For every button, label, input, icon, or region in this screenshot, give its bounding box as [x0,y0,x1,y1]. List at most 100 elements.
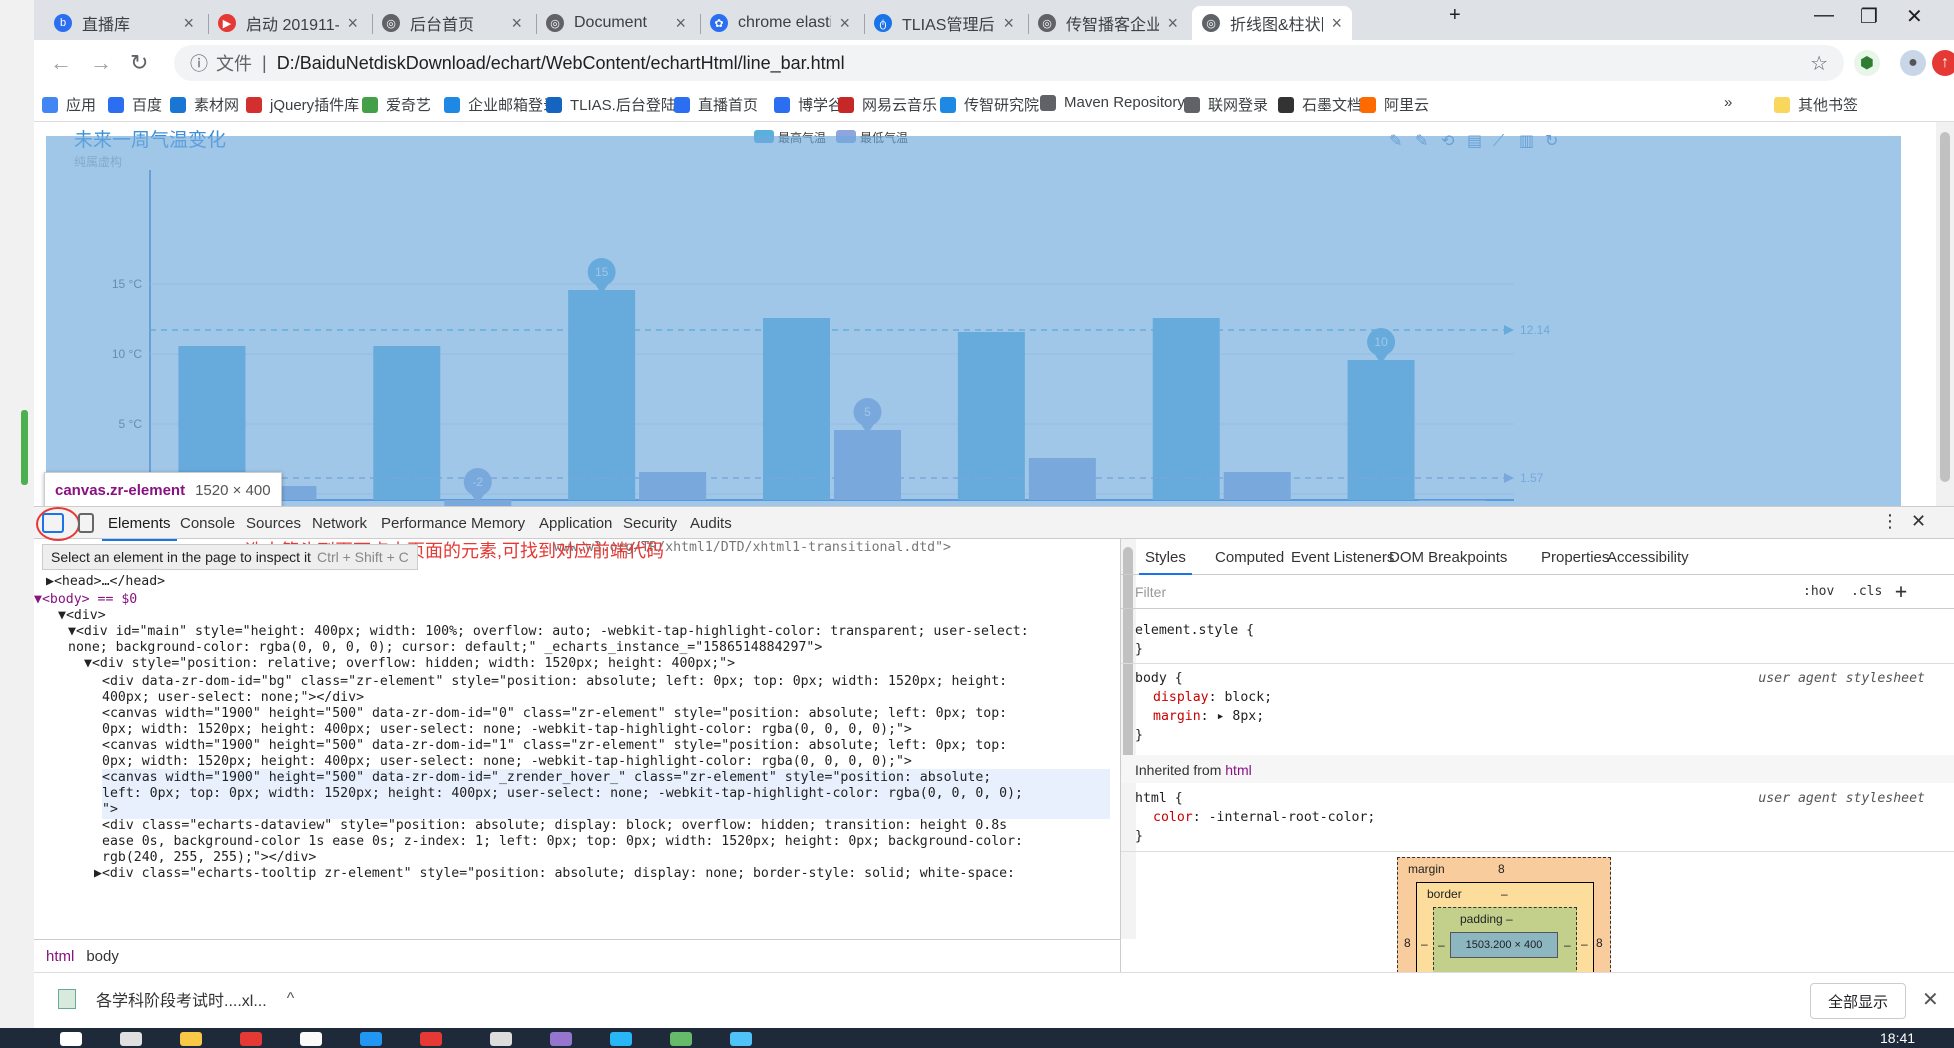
styles-tab-event-listeners[interactable]: Event Listeners [1291,549,1394,566]
restore-button[interactable]: ❐ [1860,4,1878,29]
close-tab-icon[interactable]: × [839,13,850,34]
styles-tab-styles[interactable]: Styles [1139,549,1192,575]
info-icon[interactable]: ⓘ [190,50,208,76]
avatar[interactable]: ● [1900,50,1926,76]
close-devtools-icon[interactable]: ✕ [1911,511,1926,532]
bookmark-item[interactable]: 石墨文档 [1278,94,1362,115]
forward-icon[interactable]: → [90,50,112,76]
taskbar-app-icon[interactable] [610,1032,632,1046]
close-tab-icon[interactable]: × [511,13,522,34]
html-rule[interactable]: html {user agent stylesheet color: -inte… [1135,789,1925,846]
breadcrumb-html[interactable]: html [46,948,74,965]
close-tab-icon[interactable]: × [1331,13,1342,34]
taskbar-app-icon[interactable] [360,1032,382,1046]
dom-line[interactable]: ▶<head>…</head> [46,573,165,591]
tab-6[interactable]: ტ TLIAS管理后台 × [864,6,1024,40]
kebab-menu-icon[interactable]: ⋮ [1881,511,1899,532]
bookmark-item[interactable]: jQuery插件库 [246,94,359,115]
reload-icon[interactable]: ↻ [130,50,148,76]
dom-line[interactable]: ▼<div style="position: relative; overflo… [84,655,735,673]
element-style-rule[interactable]: element.style { } [1135,621,1925,659]
bookmark-item[interactable]: TLIAS.后台登陆 [546,94,676,115]
extension-icon[interactable]: ⬢ [1854,50,1880,76]
box-model-margin[interactable]: margin 8 8 8 border – – – padding – – – … [1397,857,1611,975]
box-model-border[interactable]: border – – – padding – – – 1503.200 × 40… [1416,882,1594,975]
devtools-tab-sources[interactable]: Sources [246,515,301,532]
star-icon[interactable]: ☆ [1810,51,1828,76]
taskbar-app-icon[interactable] [120,1032,142,1046]
bookmark-item[interactable]: 网易云音乐 [838,94,937,115]
tab-5[interactable]: ✿ chrome elasticsea × [700,6,860,40]
close-download-bar-icon[interactable]: ✕ [1922,987,1939,1012]
styles-tab-properties[interactable]: Properties [1541,549,1609,566]
body-rule[interactable]: body {user agent stylesheet display: blo… [1135,669,1925,745]
chevron-up-icon[interactable]: ^ [287,990,295,1008]
box-model-padding[interactable]: padding – – – 1503.200 × 400 [1433,907,1577,975]
scrollbar-thumb[interactable] [1940,132,1950,482]
devtools-tab-console[interactable]: Console [180,515,235,532]
close-tab-icon[interactable]: × [1167,13,1178,34]
bookmark-item[interactable]: 直播首页 [674,94,758,115]
tab-2[interactable]: ▶ 启动 201911-Java × [208,6,368,40]
styles-tab-computed[interactable]: Computed [1215,549,1284,566]
bookmark-item[interactable]: 企业邮箱登录 [444,94,558,115]
start-icon[interactable] [60,1032,82,1046]
address-bar[interactable]: ⓘ 文件 | D:/BaiduNetdiskDownload/echart/We… [174,45,1844,81]
bookmark-item[interactable]: 素材网 [170,94,239,115]
devtools-tab-memory[interactable]: Memory [471,515,525,532]
bookmark-item[interactable]: 博学谷 [774,94,843,115]
bookmark-item[interactable]: 联网登录 [1184,94,1268,115]
devtools-tab-elements[interactable]: Elements [102,515,177,541]
dom-line[interactable]: ▶<div class="echarts-tooltip zr-element"… [94,865,1015,883]
breadcrumb-body[interactable]: body [86,948,119,965]
elements-tree[interactable]: www.w3.org/TR/xhtml1/DTD/xhtml1-transiti… [34,539,1120,939]
taskbar-app-icon[interactable] [240,1032,262,1046]
close-tab-icon[interactable]: × [1003,13,1014,34]
devtools-tab-performance[interactable]: Performance [381,515,467,532]
bookmark-item[interactable]: 阿里云 [1360,94,1429,115]
styles-tab-dom-breakpoints[interactable]: DOM Breakpoints [1389,549,1507,566]
box-model-content[interactable]: 1503.200 × 400 [1450,932,1558,958]
tab-7[interactable]: ◎ 传智播客企业邮箱 × [1028,6,1188,40]
taskbar-app-icon[interactable] [490,1032,512,1046]
close-window-button[interactable]: ✕ [1906,4,1923,29]
tab-1[interactable]: b 直播库 × [44,6,204,40]
back-icon[interactable]: ← [50,50,72,76]
devtools-tab-network[interactable]: Network [312,515,367,532]
tab-4[interactable]: ◎ Document × [536,6,696,40]
show-all-button[interactable]: 全部显示 [1810,983,1906,1019]
other-bookmarks[interactable]: 其他书签 [1774,94,1858,115]
devtools-tab-security[interactable]: Security [623,515,677,532]
update-icon[interactable]: ↑ [1932,50,1954,76]
devtools-tab-audits[interactable]: Audits [690,515,732,532]
bookmarks-more-button[interactable]: » [1724,94,1732,111]
cls-toggle[interactable]: .cls [1851,584,1882,599]
tab-3[interactable]: ◎ 后台首页 × [372,6,532,40]
new-tab-button[interactable]: + [1449,4,1461,27]
taskbar-app-icon[interactable] [420,1032,442,1046]
filter-input[interactable]: Filter [1135,584,1166,600]
close-tab-icon[interactable]: × [183,13,194,34]
bookmark-item[interactable]: 传智研究院 [940,94,1039,115]
taskbar-app-icon[interactable] [670,1032,692,1046]
page-scrollbar[interactable] [1936,122,1954,506]
tab-8[interactable]: ◎ 折线图&柱状图 × [1192,6,1352,40]
minimize-button[interactable]: — [1814,4,1834,27]
device-toolbar-icon[interactable] [78,513,94,533]
bookmark-item[interactable]: 应用 [42,94,96,115]
taskbar-app-icon[interactable] [730,1032,752,1046]
bookmark-item[interactable]: 爱奇艺 [362,94,431,115]
styles-tab-accessibility[interactable]: Accessibility [1607,549,1689,566]
download-item[interactable]: 各学科阶段考试时....xl... ^ [58,987,294,1011]
taskbar-app-icon[interactable] [300,1032,322,1046]
styles-filter[interactable]: Filter :hov .cls + [1121,575,1954,609]
taskbar-app-icon[interactable] [550,1032,572,1046]
page-viewport[interactable]: 未来一周气温变化纯属虚构最高气温最低气温✎✎⟲▤⟋▥↻15 °C10 °C5 °… [34,122,1954,506]
new-rule-icon[interactable]: + [1895,579,1907,603]
close-tab-icon[interactable]: × [347,13,358,34]
taskbar-app-icon[interactable] [180,1032,202,1046]
close-tab-icon[interactable]: × [675,13,686,34]
hov-toggle[interactable]: :hov [1803,584,1834,599]
bookmark-item[interactable]: Maven Repository [1040,94,1185,111]
bookmark-item[interactable]: 百度 [108,94,162,115]
